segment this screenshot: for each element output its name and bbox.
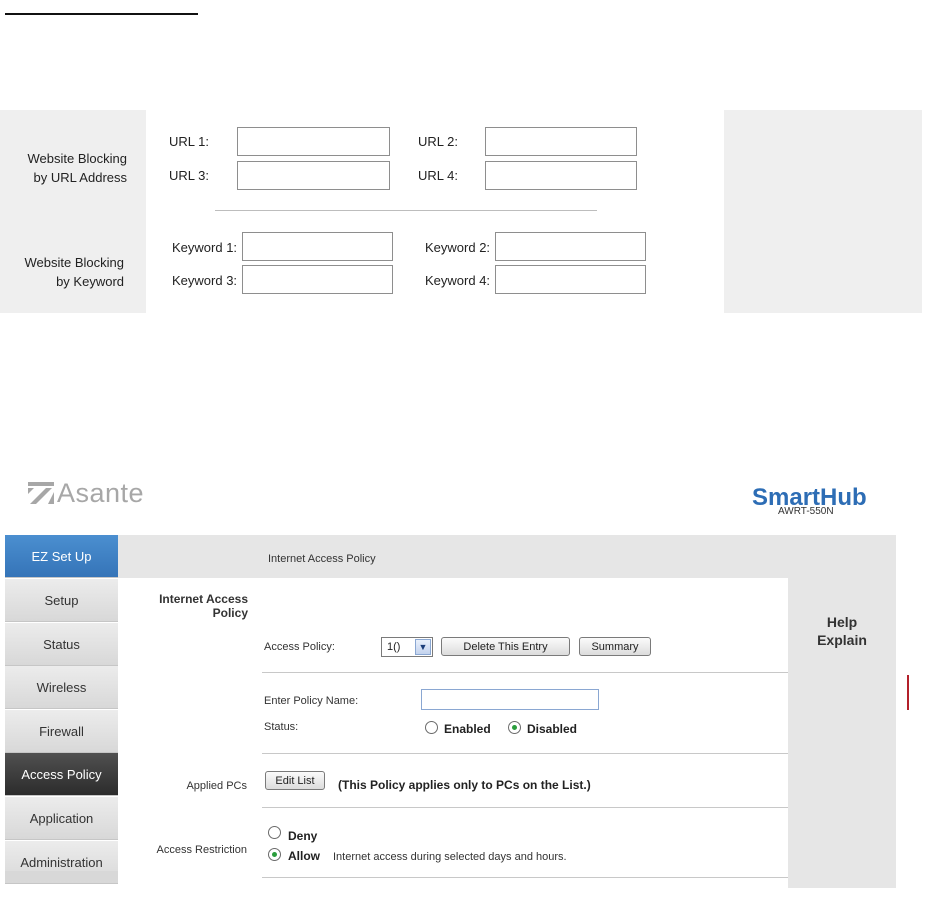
url-3-input[interactable]: [237, 161, 390, 190]
edit-list-button[interactable]: Edit List: [265, 771, 325, 790]
heading-line2: Policy: [212, 606, 248, 620]
chevron-down-icon: ▼: [415, 639, 431, 655]
allow-radio[interactable]: [268, 848, 281, 861]
status-disabled-label: Disabled: [527, 722, 578, 736]
model-number: AWRT-550N: [778, 506, 834, 517]
section-divider: [215, 210, 597, 211]
asante-logo-icon: [28, 482, 54, 504]
keyword-2-label: Keyword 2:: [425, 240, 491, 255]
applied-pcs-label: Applied PCs: [186, 780, 247, 792]
access-policy-select[interactable]: 1() ▼: [381, 637, 433, 657]
access-policy-value: 1(): [387, 641, 401, 653]
nav-footer: [5, 871, 118, 881]
nav-setup[interactable]: Setup: [5, 579, 118, 622]
nav-firewall[interactable]: Firewall: [5, 710, 118, 753]
url-2-input[interactable]: [485, 127, 637, 156]
url-2-label: URL 2:: [418, 134, 458, 149]
url-blocking-label-line2: by URL Address: [33, 170, 127, 185]
policy-name-input[interactable]: [421, 689, 599, 710]
keyword-blocking-label-line2: by Keyword: [56, 274, 124, 289]
deny-label: Deny: [288, 829, 318, 843]
delete-entry-button[interactable]: Delete This Entry: [441, 637, 570, 656]
url-1-input[interactable]: [237, 127, 390, 156]
url-blocking-label-line1: Website Blocking: [27, 151, 127, 166]
keyword-1-input[interactable]: [242, 232, 393, 261]
allow-label: Allow: [288, 849, 320, 863]
divider: [262, 877, 788, 878]
nav-wireless[interactable]: Wireless: [5, 666, 118, 709]
help-title-line2: Explain: [817, 632, 867, 648]
url-blocking-section-label: Website Blocking by URL Address: [0, 149, 127, 187]
keyword-4-label: Keyword 4:: [425, 273, 491, 288]
url-3-label: URL 3:: [169, 168, 209, 183]
url-4-input[interactable]: [485, 161, 637, 190]
status-disabled-radio[interactable]: [508, 721, 521, 734]
applied-pcs-note: (This Policy applies only to PCs on the …: [338, 778, 591, 792]
page-header-bar: [118, 535, 896, 578]
internet-access-policy-heading: Internet Access Policy: [138, 592, 248, 620]
asante-logo-text: Asante: [57, 478, 145, 508]
deny-radio[interactable]: [268, 826, 281, 839]
divider: [262, 753, 788, 754]
nav-status[interactable]: Status: [5, 623, 118, 666]
allow-note: Internet access during selected days and…: [333, 851, 567, 863]
summary-button[interactable]: Summary: [579, 637, 651, 656]
help-title-line1: Help: [826, 614, 858, 630]
website-blocking-help-column: [724, 110, 922, 313]
keyword-4-input[interactable]: [495, 265, 646, 294]
heading-line1: Internet Access: [159, 592, 248, 606]
url-1-label: URL 1:: [169, 134, 209, 149]
asante-logo: Asante: [28, 478, 144, 509]
status-label: Status:: [264, 721, 299, 733]
keyword-blocking-label-line1: Website Blocking: [24, 255, 124, 270]
nav-application[interactable]: Application: [5, 797, 118, 840]
keyword-2-input[interactable]: [495, 232, 646, 261]
keyword-blocking-section-label: Website Blocking by Keyword: [0, 253, 124, 291]
nav-access-policy[interactable]: Access Policy: [5, 753, 118, 796]
access-restriction-label: Access Restriction: [156, 844, 247, 856]
keyword-3-input[interactable]: [242, 265, 393, 294]
divider: [262, 807, 788, 808]
divider: [262, 672, 788, 673]
keyword-1-label: Keyword 1:: [172, 240, 238, 255]
keyword-3-label: Keyword 3:: [172, 273, 238, 288]
header-rule: [5, 13, 198, 15]
help-title: Help Explain: [788, 613, 896, 649]
nav-ez-set-up[interactable]: EZ Set Up: [5, 535, 118, 578]
page-title: Internet Access Policy: [268, 553, 376, 565]
red-edge-mark: [907, 675, 909, 710]
access-policy-label: Access Policy:: [264, 641, 335, 653]
policy-name-label: Enter Policy Name:: [264, 695, 359, 707]
url-4-label: URL 4:: [418, 168, 458, 183]
status-enabled-radio[interactable]: [425, 721, 438, 734]
status-enabled-label: Enabled: [444, 722, 491, 736]
